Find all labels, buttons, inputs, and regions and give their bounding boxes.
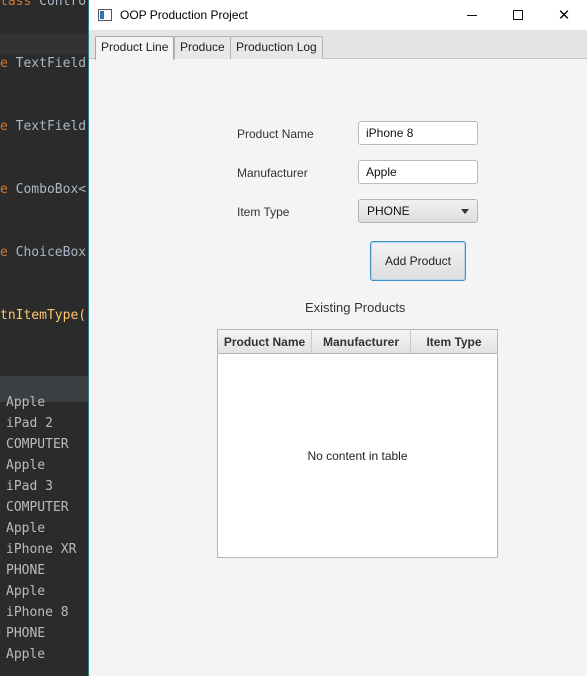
code-keyword: tass bbox=[0, 0, 32, 9]
window-title: OOP Production Project bbox=[120, 8, 248, 22]
console-line: Apple bbox=[6, 458, 46, 473]
close-button[interactable]: ✕ bbox=[541, 0, 587, 30]
code-text: TextField bbox=[7, 56, 87, 71]
code-highlight-line bbox=[0, 33, 90, 55]
add-product-button[interactable]: Add Product bbox=[370, 241, 466, 281]
tab-bar: Product Line Produce Production Log bbox=[89, 30, 587, 60]
console-line: iPhone 8 bbox=[6, 605, 69, 620]
existing-products-table[interactable]: Product Name Manufacturer Item Type No c… bbox=[217, 329, 498, 558]
console-line: Apple bbox=[6, 521, 46, 536]
minimize-button[interactable] bbox=[449, 0, 495, 30]
manufacturer-label: Manufacturer bbox=[237, 166, 308, 180]
product-name-label: Product Name bbox=[237, 127, 314, 141]
maximize-icon bbox=[513, 10, 523, 20]
table-empty-placeholder: No content in table bbox=[307, 449, 408, 463]
console-line: COMPUTER bbox=[6, 437, 69, 452]
code-line: tnItemType( bbox=[0, 308, 86, 323]
title-bar[interactable]: OOP Production Project ✕ bbox=[89, 0, 587, 30]
maximize-button[interactable] bbox=[495, 0, 541, 30]
column-header-product-name[interactable]: Product Name bbox=[218, 330, 312, 354]
console-line: iPad 2 bbox=[6, 416, 53, 431]
tab-production-log[interactable]: Production Log bbox=[230, 36, 323, 59]
code-line: tass Contro bbox=[0, 0, 86, 9]
existing-products-title: Existing Products bbox=[305, 300, 406, 315]
code-text: TextField bbox=[7, 119, 87, 134]
app-icon bbox=[98, 9, 112, 21]
console-line: COMPUTER bbox=[6, 500, 69, 515]
item-type-combobox[interactable]: PHONE bbox=[358, 199, 478, 223]
close-icon: ✕ bbox=[557, 7, 571, 24]
item-type-label: Item Type bbox=[237, 205, 290, 219]
code-line: e TextField bbox=[0, 56, 86, 71]
console-line: Apple bbox=[6, 395, 46, 410]
code-keyword: e bbox=[0, 182, 8, 197]
item-type-selected: PHONE bbox=[367, 204, 410, 218]
console-line: Apple bbox=[6, 647, 46, 662]
console-line: iPhone XR bbox=[6, 542, 77, 557]
code-text: Contro bbox=[31, 0, 87, 9]
code-line: e ChoiceBox bbox=[0, 245, 86, 260]
code-text: ChoiceBox bbox=[7, 245, 87, 260]
console-line: PHONE bbox=[6, 626, 46, 641]
code-keyword: e bbox=[0, 119, 8, 134]
column-header-item-type[interactable]: Item Type bbox=[411, 330, 497, 354]
tab-product-line[interactable]: Product Line bbox=[95, 36, 175, 60]
code-line: e ComboBox< bbox=[0, 182, 86, 197]
code-text: tnItemType( bbox=[0, 308, 87, 323]
table-header: Product Name Manufacturer Item Type bbox=[218, 330, 497, 354]
code-line: e TextField bbox=[0, 119, 86, 134]
console-line: iPad 3 bbox=[6, 479, 53, 494]
console-line: PHONE bbox=[6, 563, 46, 578]
minimize-icon bbox=[467, 14, 477, 16]
tab-produce[interactable]: Produce bbox=[174, 36, 231, 59]
code-text: ComboBox< bbox=[7, 182, 87, 197]
ide-background: tass Contro e TextField e TextField e Co… bbox=[0, 0, 90, 676]
console-output: Apple iPad 2 COMPUTER Apple iPad 3 COMPU… bbox=[0, 395, 90, 665]
code-keyword: e bbox=[0, 245, 8, 260]
manufacturer-input[interactable] bbox=[358, 160, 478, 184]
column-header-manufacturer[interactable]: Manufacturer bbox=[312, 330, 411, 354]
code-keyword: e bbox=[0, 56, 8, 71]
product-name-input[interactable] bbox=[358, 121, 478, 145]
console-line: Apple bbox=[6, 584, 46, 599]
chevron-down-icon bbox=[461, 209, 469, 214]
app-window: OOP Production Project ✕ Product Line Pr… bbox=[88, 0, 587, 676]
